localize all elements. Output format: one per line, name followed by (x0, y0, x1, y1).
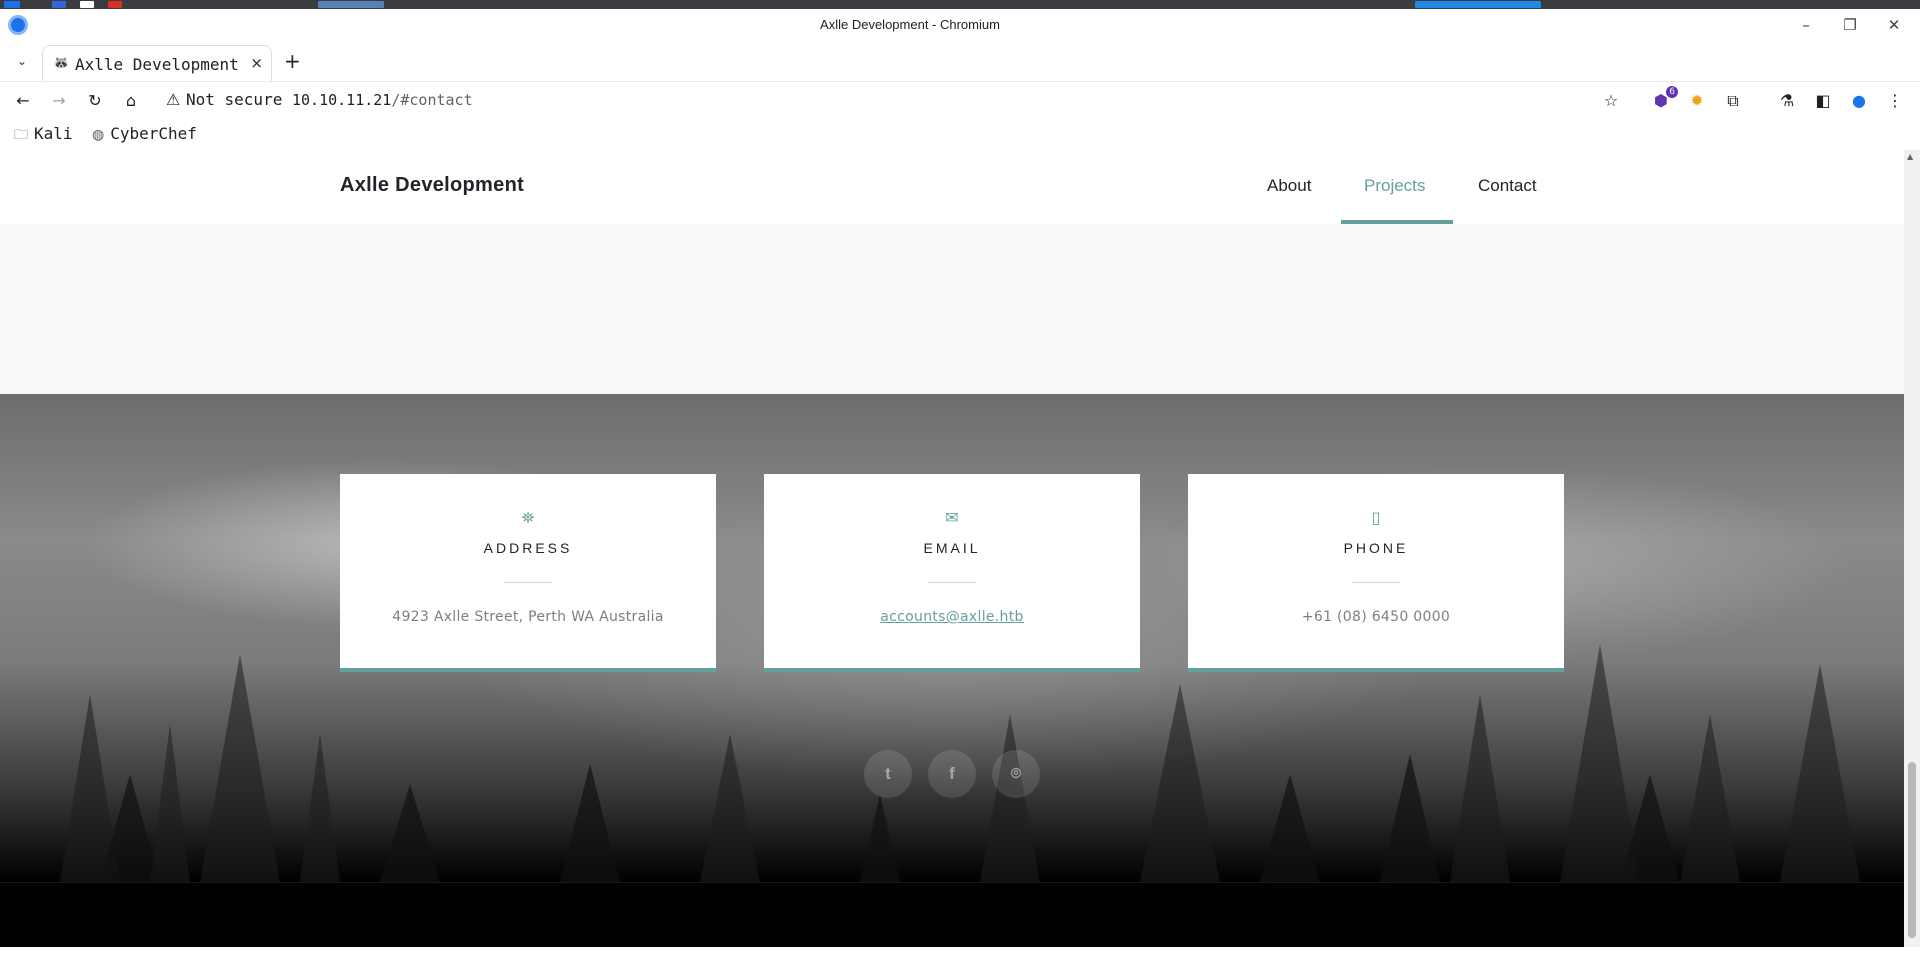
bookmark-kali[interactable]: 🗀 Kali (14, 124, 73, 148)
tab-close-icon[interactable]: × (250, 54, 263, 72)
card-value: +61 (08) 6450 0000 (1301, 609, 1451, 625)
mobile-icon: ▯ (1371, 508, 1381, 527)
profile-avatar-icon[interactable]: ● (1846, 88, 1872, 114)
minimize-icon[interactable]: – (1788, 13, 1824, 37)
site-navbar: Axlle Development About Projects Contact (0, 150, 1904, 224)
tab-search-chevron-icon[interactable]: ⌄ (12, 51, 32, 71)
address-bar[interactable]: 10.10.11.21/#contact (292, 91, 473, 109)
extensions-puzzle-icon[interactable]: ⧉ (1720, 88, 1746, 114)
nav-projects[interactable]: Projects (1364, 176, 1425, 196)
github-icon[interactable]: ⌾ (992, 750, 1040, 798)
twitter-icon[interactable]: t (864, 750, 912, 798)
home-icon[interactable]: ⌂ (118, 88, 144, 114)
section-spacer (0, 224, 1904, 394)
scrollbar-thumb[interactable] (1908, 762, 1916, 938)
contact-card-address: ⛯ ADDRESS 4923 Axlle Street, Perth WA Au… (340, 474, 716, 672)
os-app-icon[interactable] (52, 1, 66, 8)
bookmarks-bar: 🗀 Kali ◍ CyberChef (0, 119, 1920, 151)
window-title: Axlle Development - Chromium (820, 17, 1000, 32)
browser-toolbar: ← → ↻ ⌂ ⚠ Not secure 10.10.11.21/#contac… (0, 81, 1920, 119)
nav-contact[interactable]: Contact (1478, 176, 1537, 196)
card-divider (504, 582, 552, 583)
contact-card-phone: ▯ PHONE +61 (08) 6450 0000 (1188, 474, 1564, 672)
extension-badge: 6 (1666, 86, 1678, 98)
extension-icon[interactable]: ✹ (1684, 88, 1710, 114)
page-footer (0, 882, 1904, 947)
os-app-icon[interactable] (4, 1, 20, 8)
extension-icon[interactable]: ⬢ 6 (1648, 86, 1678, 114)
map-icon: ⛯ (521, 508, 535, 527)
forward-icon[interactable]: → (46, 88, 72, 114)
tab-title: Axlle Development (75, 55, 239, 74)
cyberchef-icon: ◍ (92, 127, 105, 143)
favicon-icon: 🦝 (53, 56, 70, 71)
warning-icon[interactable]: ⚠ (166, 90, 180, 109)
title-bar: Axlle Development - Chromium – ❐ ✕ (0, 9, 1920, 41)
reload-icon[interactable]: ↻ (82, 88, 108, 114)
folder-icon: 🗀 (14, 127, 28, 143)
os-cpu-graph (1415, 1, 1541, 8)
side-panel-icon[interactable]: ◧ (1810, 88, 1836, 114)
menu-kebab-icon[interactable]: ⋮ (1882, 88, 1908, 114)
site-brand[interactable]: Axlle Development (340, 174, 524, 197)
nav-about[interactable]: About (1267, 176, 1311, 196)
tab-strip: ⌄ 🦝 Axlle Development × + (0, 41, 1920, 81)
os-task-item[interactable] (318, 1, 384, 8)
os-top-panel (0, 0, 1920, 9)
back-icon[interactable]: ← (10, 88, 36, 114)
new-tab-button[interactable]: + (284, 49, 301, 73)
card-title: ADDRESS (483, 540, 573, 556)
os-app-icon[interactable] (80, 1, 94, 8)
security-chip[interactable]: Not secure (186, 90, 282, 109)
url-host: 10.10.11.21 (292, 91, 392, 109)
bookmark-star-icon[interactable]: ☆ (1598, 88, 1624, 114)
contact-card-email: ✉ EMAIL accounts@axlle.htb (764, 474, 1140, 672)
scroll-up-arrow-icon[interactable]: ▲ (1907, 152, 1913, 161)
bookmark-cyberchef[interactable]: ◍ CyberChef (92, 124, 197, 143)
url-path: /#contact (391, 91, 473, 109)
contact-section: ⛯ ADDRESS 4923 Axlle Street, Perth WA Au… (0, 394, 1904, 882)
envelope-icon: ✉ (945, 508, 959, 527)
card-divider (1352, 582, 1400, 583)
tab-axlle-development[interactable]: 🦝 Axlle Development × (42, 45, 272, 81)
labs-flask-icon[interactable]: ⚗ (1774, 88, 1800, 114)
email-link[interactable]: accounts@axlle.htb (764, 609, 1140, 625)
os-app-icon[interactable] (108, 1, 122, 8)
page-scrollbar[interactable]: ▲ (1904, 150, 1920, 947)
restore-icon[interactable]: ❐ (1832, 13, 1868, 37)
card-divider (928, 582, 976, 583)
close-window-icon[interactable]: ✕ (1876, 13, 1912, 37)
card-value: 4923 Axlle Street, Perth WA Australia (392, 609, 664, 625)
page-viewport: Axlle Development About Projects Contact (0, 150, 1904, 947)
card-title: EMAIL (923, 540, 981, 556)
facebook-icon[interactable]: f (928, 750, 976, 798)
card-title: PHONE (1343, 540, 1409, 556)
